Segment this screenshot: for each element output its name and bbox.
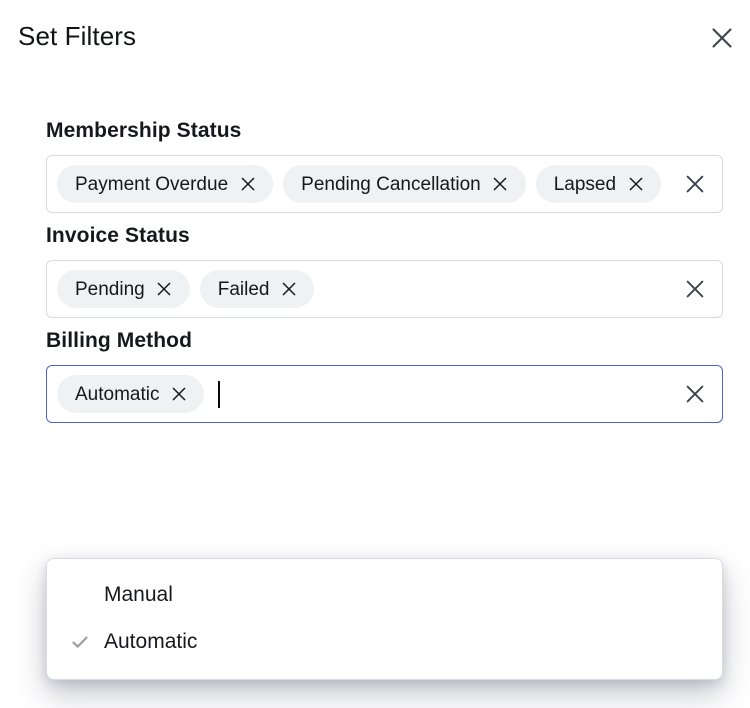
chip: Pending Cancellation	[283, 165, 526, 203]
chip: Automatic	[57, 375, 205, 413]
chip-remove-icon[interactable]	[627, 176, 644, 193]
page-title: Set Filters	[18, 21, 137, 51]
chip-label: Payment Overdue	[75, 173, 229, 195]
dropdown-option-automatic[interactable]: Automatic	[47, 618, 722, 665]
dropdown-option-label: Manual	[104, 582, 173, 606]
chip: Lapsed	[535, 165, 662, 203]
text-cursor	[218, 380, 221, 408]
chip-remove-icon[interactable]	[156, 281, 173, 298]
filter-group-membership-status: Membership Status Payment Overdue Pendin…	[46, 118, 723, 213]
chip-label: Failed	[217, 278, 270, 300]
chip-label: Pending Cancellation	[301, 173, 481, 195]
invoice-status-multiselect[interactable]: Pending Failed	[46, 260, 723, 318]
chip: Payment Overdue	[57, 165, 274, 203]
chip: Failed	[199, 270, 315, 308]
chip-remove-icon[interactable]	[170, 386, 187, 403]
chip-remove-icon[interactable]	[280, 281, 297, 298]
filters-form: Membership Status Payment Overdue Pendin…	[46, 118, 723, 433]
chip-remove-icon[interactable]	[239, 176, 256, 193]
dropdown-option-label: Automatic	[104, 629, 198, 653]
membership-status-multiselect[interactable]: Payment Overdue Pending Cancellation Lap…	[46, 155, 723, 213]
chip-label: Automatic	[75, 383, 160, 405]
field-label-membership-status: Membership Status	[46, 119, 242, 142]
clear-all-icon[interactable]	[680, 379, 710, 409]
filter-group-invoice-status: Invoice Status Pending Failed	[46, 223, 723, 318]
billing-method-dropdown: Manual Automatic	[46, 558, 723, 680]
field-label-billing-method: Billing Method	[46, 329, 193, 352]
clear-all-icon[interactable]	[680, 169, 710, 199]
field-label-invoice-status: Invoice Status	[46, 224, 190, 247]
chip-label: Lapsed	[553, 173, 617, 195]
chip-label: Pending	[75, 278, 145, 300]
billing-method-multiselect[interactable]: Automatic	[46, 365, 723, 423]
dropdown-option-manual[interactable]: Manual	[47, 571, 722, 618]
check-icon	[69, 631, 91, 653]
filter-group-billing-method: Billing Method Automatic	[46, 328, 723, 423]
clear-all-icon[interactable]	[680, 274, 710, 304]
chip: Pending	[57, 270, 190, 308]
chip-remove-icon[interactable]	[492, 176, 509, 193]
dialog-header: Set Filters	[0, 0, 750, 78]
set-filters-dialog: Set Filters Membership Status Payment Ov…	[0, 0, 750, 708]
close-icon[interactable]	[705, 21, 739, 55]
